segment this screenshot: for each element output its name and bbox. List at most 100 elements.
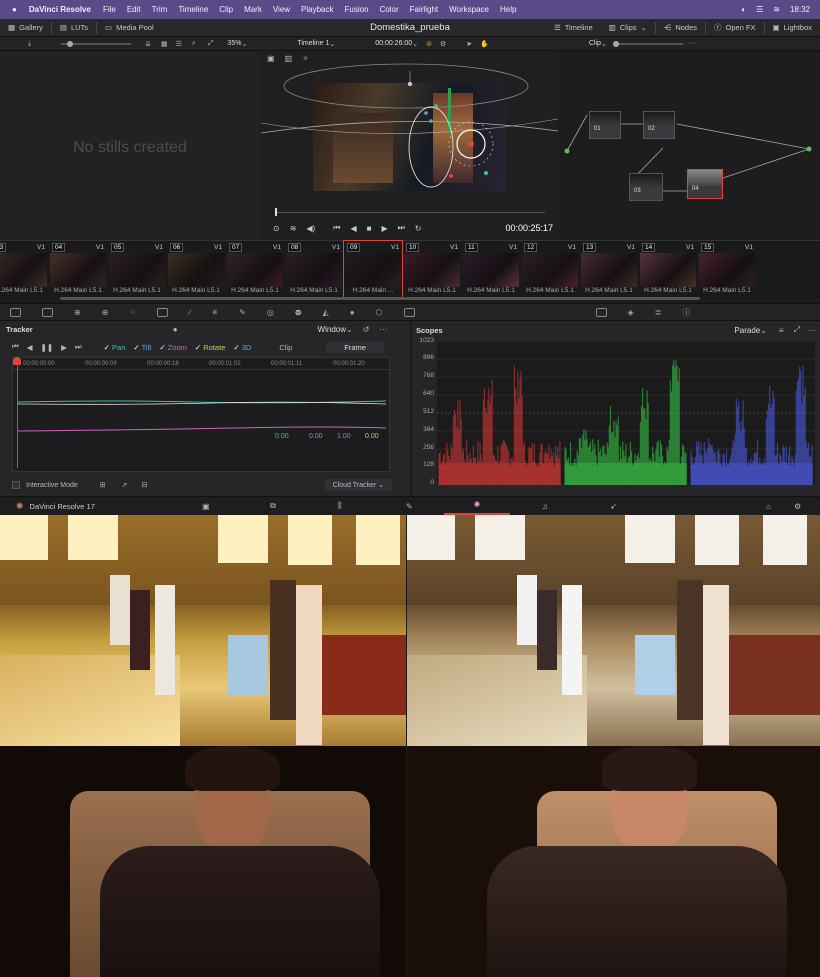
key-mixer-handle[interactable] <box>612 40 619 47</box>
home-icon[interactable]: ⌂ <box>766 502 771 511</box>
zoom-level[interactable]: 35% <box>227 40 241 47</box>
chevron-down-icon[interactable]: ⌄ <box>329 40 335 48</box>
clip-thumbnail[interactable]: 12 V1 H.264 Main L5.1 <box>521 241 579 299</box>
node-editor[interactable]: 01 02 03 04 <box>559 51 820 240</box>
menu-timeline[interactable]: Timeline <box>178 5 208 14</box>
clip-thumbnail[interactable]: 15 V1 H.264 Main L5.1 <box>698 241 756 299</box>
more-icon[interactable]: ··· <box>689 40 696 47</box>
loop-icon[interactable]: ↻ <box>415 224 422 233</box>
chevron-down-icon[interactable]: ⌄ <box>346 325 353 334</box>
list-view-icon[interactable]: ☰ <box>176 40 182 48</box>
window-icon[interactable]: ◎ <box>267 308 274 317</box>
node-01[interactable]: 01 <box>589 111 621 139</box>
track-reverse-icon[interactable]: ⏮ <box>12 342 19 352</box>
track-end-icon[interactable]: ⏭ <box>75 342 82 352</box>
gallery-zoom-handle[interactable] <box>67 40 74 47</box>
menu-workspace[interactable]: Workspace <box>449 5 489 14</box>
gear-icon[interactable]: ⚙ <box>794 502 801 511</box>
chevron-down-icon[interactable]: ⌄ <box>760 326 767 335</box>
keyframes-icon[interactable]: ◈ <box>628 308 634 317</box>
step-back-icon[interactable]: ◀ <box>350 224 356 233</box>
track-back-icon[interactable]: ◀ <box>27 343 33 352</box>
delete-icon[interactable]: ⊟ <box>142 481 148 489</box>
tracker-icon[interactable]: ⊚ <box>295 308 302 317</box>
layers-icon[interactable]: ≋ <box>290 224 297 233</box>
clip-thumbnail[interactable]: 08 V1 H.264 Main L5.1 <box>285 241 343 299</box>
media-page-icon[interactable]: ▣ <box>202 502 210 511</box>
hdr-icon[interactable]: ⁘ <box>129 308 136 317</box>
info-icon[interactable]: ⓘ <box>682 307 690 318</box>
fusion-page-icon[interactable]: ✎ <box>406 502 413 511</box>
key-mixer-slider[interactable] <box>612 40 683 47</box>
node-03[interactable]: 03 <box>629 173 663 201</box>
first-frame-icon[interactable]: ⏮ <box>333 223 340 233</box>
pointer-plus-icon[interactable]: ➚ <box>122 481 128 489</box>
cut-page-icon[interactable]: ⧉ <box>270 501 276 511</box>
menu-mark[interactable]: Mark <box>244 5 262 14</box>
scopes-toggle-icon[interactable]: ≣ <box>655 308 662 317</box>
blur-icon[interactable]: ● <box>350 308 355 317</box>
rgb-mixer-icon[interactable]: ⊕ <box>102 308 109 317</box>
clip-thumbnail[interactable]: 03 V1 H.264 Main L5.1 <box>0 241 48 299</box>
chevron-down-icon[interactable]: ⌄ <box>412 40 418 48</box>
dark-mode-icon[interactable]: ◐ <box>741 5 746 14</box>
clip-thumbnail[interactable]: 10 V1 H.264 Main L5.1 <box>403 241 461 299</box>
pan-checkbox[interactable]: ✓ Pan <box>104 343 126 352</box>
volume-icon[interactable]: ◀) <box>306 224 315 233</box>
sort-icon[interactable]: ⇊ <box>145 40 151 48</box>
expand-icon[interactable]: ⤢ <box>208 40 214 48</box>
link-icon[interactable]: ⊘ <box>426 40 432 48</box>
clip-tab[interactable]: Clip <box>279 343 292 352</box>
tilt-checkbox[interactable]: ✓ Tilt <box>133 343 151 352</box>
rotate-checkbox[interactable]: ✓ Rotate <box>195 343 225 352</box>
track-pause-icon[interactable]: ❚❚ <box>41 343 54 352</box>
clip-thumbnail[interactable]: 09 V1 H.264 Main ... <box>343 240 403 300</box>
search-icon[interactable]: ⌕ <box>192 40 196 48</box>
pointer-icon[interactable]: ➤ <box>466 40 472 48</box>
grid-view-icon[interactable]: ▦ <box>161 40 168 48</box>
cloud-tracker-selector[interactable]: Cloud Tracker ⌄ <box>324 479 392 491</box>
menu-edit[interactable]: Edit <box>127 5 141 14</box>
control-center-icon[interactable]: ☰ <box>756 5 763 14</box>
menu-fusion[interactable]: Fusion <box>345 5 369 14</box>
chevron-down-icon[interactable]: ⌄ <box>601 40 607 48</box>
menu-trim[interactable]: Trim <box>152 5 168 14</box>
menu-color[interactable]: Color <box>380 5 399 14</box>
key-icon[interactable]: ⬡ <box>376 308 383 317</box>
color-wheels-icon[interactable]: ⊕ <box>74 308 81 317</box>
tracker-graph[interactable]: 00:00:00:00 00:00:00:09 00:00:00:18 00:0… <box>12 357 391 472</box>
apple-icon[interactable]: ● <box>12 5 17 14</box>
expand-icon[interactable]: ⤢ <box>794 325 800 335</box>
menu-file[interactable]: File <box>103 5 116 14</box>
import-icon[interactable]: ⤓ <box>28 40 31 48</box>
gear-icon[interactable]: ⚙ <box>440 40 446 48</box>
scope-settings-icon[interactable]: ≡ <box>779 326 784 335</box>
clip-thumbnail[interactable]: 07 V1 H.264 Main L5.1 <box>226 241 284 299</box>
chevron-down-icon[interactable]: ⌄ <box>241 40 247 48</box>
color-page-icon[interactable]: ✺ <box>444 497 510 515</box>
node-02[interactable]: 02 <box>643 111 675 139</box>
track-forward-icon[interactable]: ▶ <box>61 343 67 352</box>
deliver-page-icon[interactable]: ➶ <box>610 502 617 511</box>
edit-page-icon[interactable]: ⫼ <box>338 501 342 511</box>
node-04[interactable]: 04 <box>687 169 723 199</box>
stop-icon[interactable]: ■ <box>367 224 372 233</box>
camera-raw-icon[interactable] <box>10 307 21 317</box>
gallery-zoom-slider[interactable] <box>61 40 132 47</box>
more-icon[interactable]: ··· <box>808 326 816 335</box>
scrubber-playhead[interactable] <box>275 208 277 216</box>
interactive-mode-checkbox[interactable] <box>12 481 20 489</box>
magic-mask-icon[interactable]: ◭ <box>323 308 329 317</box>
warper-icon[interactable]: ✳ <box>211 308 218 317</box>
clip-thumbnail[interactable]: 11 V1 H.264 Main L5.1 <box>462 241 520 299</box>
menu-view[interactable]: View <box>273 5 290 14</box>
window-select-icon[interactable]: ⊙ <box>273 224 280 233</box>
menu-help[interactable]: Help <box>500 5 516 14</box>
scope-mode-selector[interactable]: Parade <box>734 326 760 335</box>
timeline-selector[interactable]: Timeline 1 <box>297 40 329 47</box>
clip-thumbnail[interactable]: 05 V1 H.264 Main L5.1 <box>108 241 166 299</box>
zoom-checkbox[interactable]: ✓ Zoom <box>159 343 187 352</box>
hand-icon[interactable]: ✋ <box>480 40 489 48</box>
qualifier-icon[interactable]: ✎ <box>239 308 246 317</box>
clip-thumbnail[interactable]: 06 V1 H.264 Main L5.1 <box>167 241 225 299</box>
